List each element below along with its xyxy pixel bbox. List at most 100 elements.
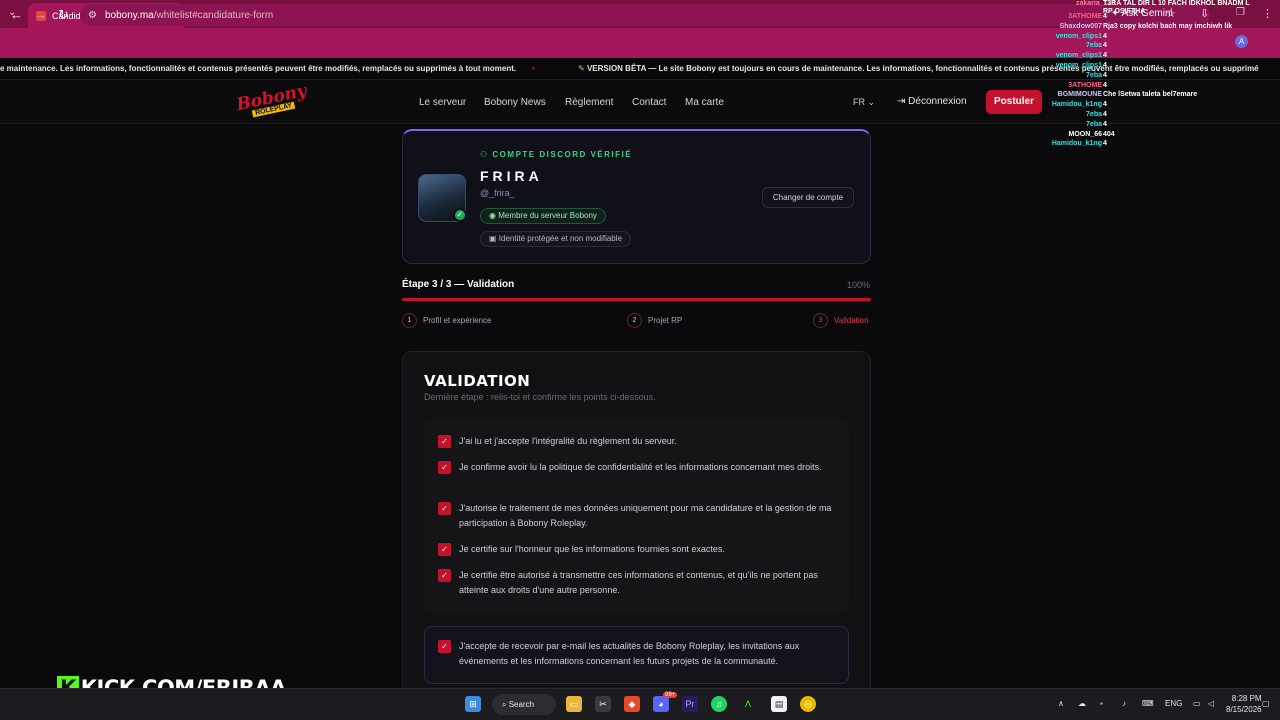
discord-verified-label: ⚇ COMPTE DISCORD VÉRIFIÉ <box>480 150 632 159</box>
tray-language[interactable]: ENG <box>1165 699 1182 708</box>
search-icon: ⌕ <box>502 700 509 709</box>
discord-username: FRIRA <box>480 168 543 184</box>
step-1-label[interactable]: Profil et expérience <box>423 316 491 325</box>
site-info-icon[interactable]: ⚙ <box>88 10 97 21</box>
discord-verified-text: COMPTE DISCORD VÉRIFIÉ <box>492 150 633 159</box>
consent-checkbox-1[interactable]: ✓ <box>438 435 451 448</box>
language-selector[interactable]: FR ⌄ <box>853 97 875 108</box>
chat-message: 4 <box>1103 120 1107 128</box>
consent-checkbox-5[interactable]: ✓ <box>438 569 451 582</box>
ticker-separator: • <box>532 64 535 73</box>
tray-overflow-icon[interactable]: ∧ <box>1058 699 1064 708</box>
chat-message: 4 <box>1103 52 1107 60</box>
discord-handle: @_frira_ <box>480 188 515 198</box>
chat-username: BGMIMOUNE <box>1057 91 1102 99</box>
wrench-icon: ✎ <box>578 64 587 73</box>
windows-taskbar <box>0 688 1280 720</box>
validation-title: VALIDATION <box>424 372 531 390</box>
brave-icon[interactable]: ◆ <box>624 696 640 712</box>
file-explorer-icon[interactable]: ▭ <box>566 696 582 712</box>
chat-message: 4 <box>1103 32 1107 40</box>
step-2-number[interactable]: 2 <box>627 313 642 328</box>
keyboard-icon[interactable]: ⌨ <box>1142 699 1154 708</box>
apply-button[interactable]: Postuler <box>986 90 1042 114</box>
volume-icon[interactable]: ◁ <box>1208 699 1214 708</box>
logout-button[interactable]: ⇥ Déconnexion <box>897 96 967 107</box>
step-3-label[interactable]: Validation <box>834 316 869 325</box>
nav-link-serveur[interactable]: Le serveur <box>419 97 466 108</box>
chat-message: 4 <box>1103 101 1107 109</box>
chat-message: Rja3 copy kolchi bach may imchiwh lik <box>1103 22 1233 30</box>
chat-username: MOON_66 <box>1068 130 1102 138</box>
start-icon[interactable]: ⊞ <box>465 696 481 712</box>
snipping-tool-icon[interactable]: ✂ <box>595 696 611 712</box>
chrome-icon[interactable]: ◎ <box>800 696 816 712</box>
discord-icon[interactable]: ◕ <box>653 696 669 712</box>
step-3-number[interactable]: 3 <box>813 313 828 328</box>
consent-label-3[interactable]: J'autorise le traitement de mes données … <box>459 501 835 531</box>
site-logo[interactable]: Bobony ROLEPLAY <box>234 81 308 118</box>
premiere-icon[interactable]: Pr <box>682 696 698 712</box>
nvidia-icon[interactable]: ▪ <box>1100 699 1103 708</box>
chat-username: 7eba <box>1086 42 1102 50</box>
consent-label-5[interactable]: Je certifie être autorisé à transmettre … <box>459 568 835 598</box>
url-host: bobony.ma <box>104 9 154 21</box>
reload-icon[interactable]: ↻ <box>58 7 69 23</box>
chat-username: Hamidou_k1ng <box>1051 101 1102 109</box>
consent-label-2[interactable]: Je confirme avoir lu la politique de con… <box>459 460 835 475</box>
consent-checkbox-2[interactable]: ✓ <box>438 461 451 474</box>
notepad-icon[interactable]: ▤ <box>771 696 787 712</box>
chat-username: venom_clips1 <box>1055 32 1102 40</box>
consent-label-4[interactable]: Je certifie sur l'honneur que les inform… <box>459 542 835 557</box>
consent-checkbox-3[interactable]: ✓ <box>438 502 451 515</box>
kick-app-icon[interactable]: Λ <box>740 696 756 712</box>
taskbar-clock[interactable]: 8:28 PM 8/15/2026 <box>1226 693 1262 715</box>
clock-date: 8/15/2026 <box>1226 705 1262 714</box>
spotify-icon[interactable]: ♫ <box>711 696 727 712</box>
chat-message: 4 <box>1103 71 1107 79</box>
taskbar-search-label: Search <box>508 700 535 709</box>
chat-message: 4 <box>1103 140 1107 148</box>
nav-link-reglement[interactable]: Règlement <box>565 97 613 108</box>
user-icon: ⚇ <box>480 150 493 159</box>
change-account-button[interactable]: Changer de compte <box>762 187 854 208</box>
identity-badge: ▣ Identité protégée et non modifiable <box>480 231 631 247</box>
back-icon[interactable]: ← <box>10 7 23 22</box>
verified-check-icon: ✓ <box>453 208 467 222</box>
forward-icon[interactable]: → <box>34 7 47 22</box>
step-percent: 100% <box>847 280 871 290</box>
chat-message: 4 <box>1103 111 1107 118</box>
discord-badge: 99+ <box>663 692 678 698</box>
step-1-number[interactable]: 1 <box>402 313 417 328</box>
chat-username: 3ATHOME <box>1068 13 1102 20</box>
url-path: /whitelist#candidature-form <box>153 9 274 21</box>
chat-message: 404 <box>1103 130 1115 138</box>
chevron-down-icon: ⌄ <box>867 97 876 107</box>
validation-subtitle: Dernière étape : relis-toi et confirme l… <box>424 392 656 402</box>
taskbar-search[interactable]: ⌕ Search <box>492 694 556 715</box>
logout-label: Déconnexion <box>908 96 967 107</box>
chat-header-message: T3RA TAL DIR L 10 FACH IDKHOL BNADM L RP… <box>1103 0 1250 15</box>
chat-username: Hamidou_k1ng <box>1051 140 1102 148</box>
microphone-icon[interactable]: ♪ <box>1122 699 1126 708</box>
newsletter-checkbox[interactable]: ✓ <box>438 640 451 653</box>
cloud-icon[interactable]: ☁ <box>1078 699 1086 708</box>
consent-label-1[interactable]: J'ai lu et j'accepte l'intégralité du rè… <box>459 434 835 449</box>
network-icon[interactable]: ▭ <box>1193 699 1201 708</box>
language-label: FR <box>853 97 865 107</box>
nav-link-news[interactable]: Bobony News <box>484 97 546 108</box>
chat-message: 4 <box>1103 81 1107 89</box>
notifications-icon[interactable]: ▢ <box>1262 699 1270 708</box>
nav-link-ma-carte[interactable]: Ma carte <box>685 97 724 108</box>
chat-username: venom_clips1 <box>1055 52 1102 60</box>
chat-message: 4 <box>1103 62 1107 69</box>
chat-username: 7eba <box>1086 111 1102 118</box>
step-2-label[interactable]: Projet RP <box>648 316 682 325</box>
chat-message: 4 <box>1103 42 1107 50</box>
chat-message: Che lSetwa taleta bel7emare <box>1103 91 1198 99</box>
consent-checkbox-4[interactable]: ✓ <box>438 543 451 556</box>
clock-time: 8:28 PM <box>1231 694 1262 703</box>
chat-username: venom_clips1 <box>1055 62 1102 69</box>
nav-link-contact[interactable]: Contact <box>632 97 666 108</box>
newsletter-label[interactable]: J'accepte de recevoir par e-mail les act… <box>459 639 835 669</box>
